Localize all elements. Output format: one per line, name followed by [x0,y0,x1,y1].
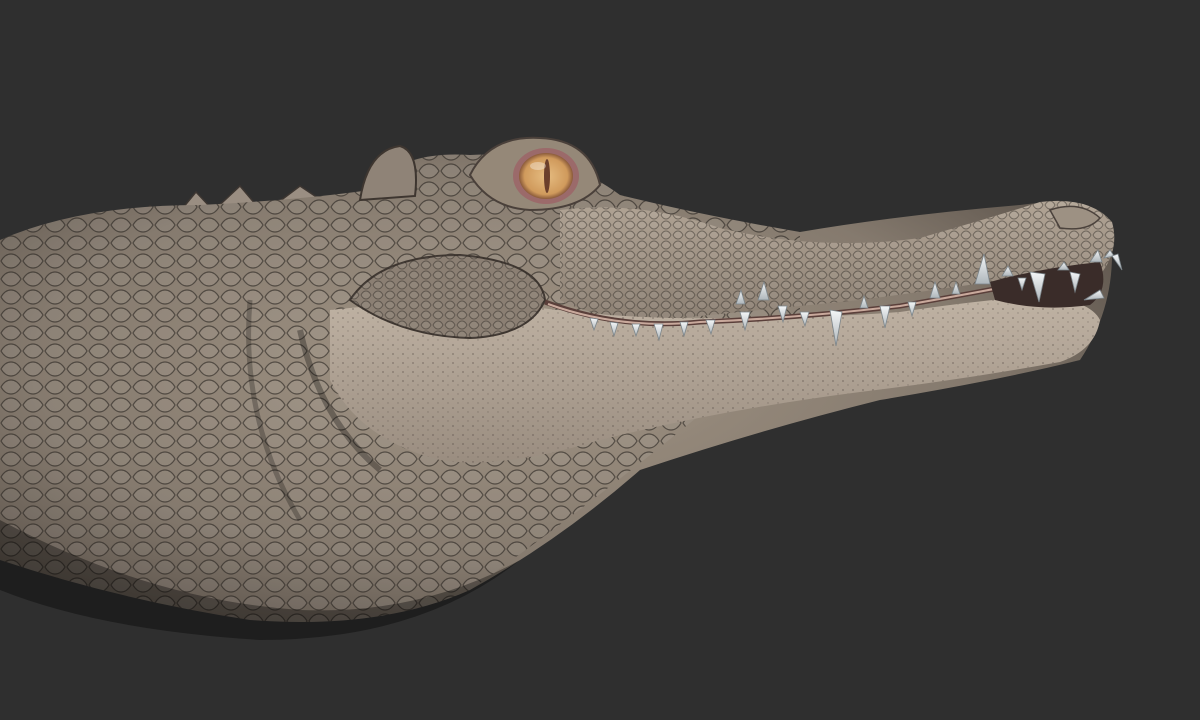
viewport [0,0,1200,720]
crocodile-render [0,0,1200,720]
